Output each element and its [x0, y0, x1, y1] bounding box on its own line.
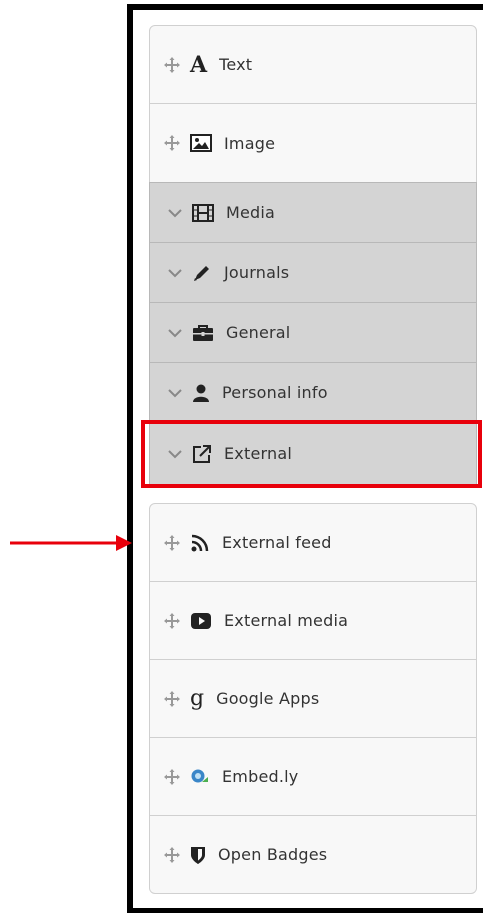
- category-label: General: [226, 323, 291, 342]
- rss-icon: [191, 534, 209, 551]
- category-label: Personal info: [222, 383, 328, 402]
- drag-handle-icon[interactable]: [164, 846, 180, 863]
- block-open-badges[interactable]: Open Badges: [149, 815, 477, 894]
- block-label: External media: [224, 611, 349, 630]
- briefcase-icon: [193, 324, 213, 341]
- shield-icon: [191, 846, 205, 864]
- pencil-icon: [194, 265, 209, 281]
- user-icon: [193, 384, 209, 402]
- category-journals[interactable]: Journals: [149, 242, 477, 303]
- film-icon: [192, 203, 214, 222]
- drag-handle-icon[interactable]: [164, 534, 180, 551]
- chevron-down-icon: [168, 388, 182, 397]
- google-icon: g: [190, 686, 205, 711]
- block-label: External feed: [222, 533, 332, 552]
- category-media[interactable]: Media: [149, 182, 477, 243]
- text-icon: A: [190, 51, 208, 78]
- drag-handle-icon[interactable]: [164, 56, 180, 73]
- highlight-box: [141, 420, 482, 488]
- chevron-down-icon: [168, 328, 182, 337]
- block-embedly[interactable]: Embed.ly: [149, 737, 477, 816]
- block-label: Open Badges: [218, 845, 328, 864]
- annotation-arrow-icon: [10, 535, 132, 551]
- block-external-feed[interactable]: External feed: [149, 503, 477, 582]
- embedly-icon: [191, 769, 208, 782]
- video-play-icon: [191, 612, 211, 629]
- block-label: Text: [219, 55, 253, 74]
- block-label: Embed.ly: [222, 767, 299, 786]
- category-label: Media: [226, 203, 276, 222]
- block-label: Google Apps: [216, 689, 320, 708]
- drag-handle-icon[interactable]: [164, 690, 180, 707]
- chevron-down-icon: [168, 208, 182, 217]
- block-text[interactable]: A Text: [149, 25, 477, 104]
- category-personal-info[interactable]: Personal info: [149, 362, 477, 423]
- category-label: Journals: [224, 263, 290, 282]
- image-icon: [190, 134, 212, 152]
- chevron-down-icon: [168, 268, 182, 277]
- block-google-apps[interactable]: g Google Apps: [149, 659, 477, 738]
- block-image[interactable]: Image: [149, 103, 477, 183]
- category-general[interactable]: General: [149, 302, 477, 363]
- drag-handle-icon[interactable]: [164, 768, 180, 785]
- drag-handle-icon[interactable]: [164, 612, 180, 629]
- block-external-media[interactable]: External media: [149, 581, 477, 660]
- block-label: Image: [224, 133, 276, 153]
- drag-handle-icon[interactable]: [164, 135, 180, 151]
